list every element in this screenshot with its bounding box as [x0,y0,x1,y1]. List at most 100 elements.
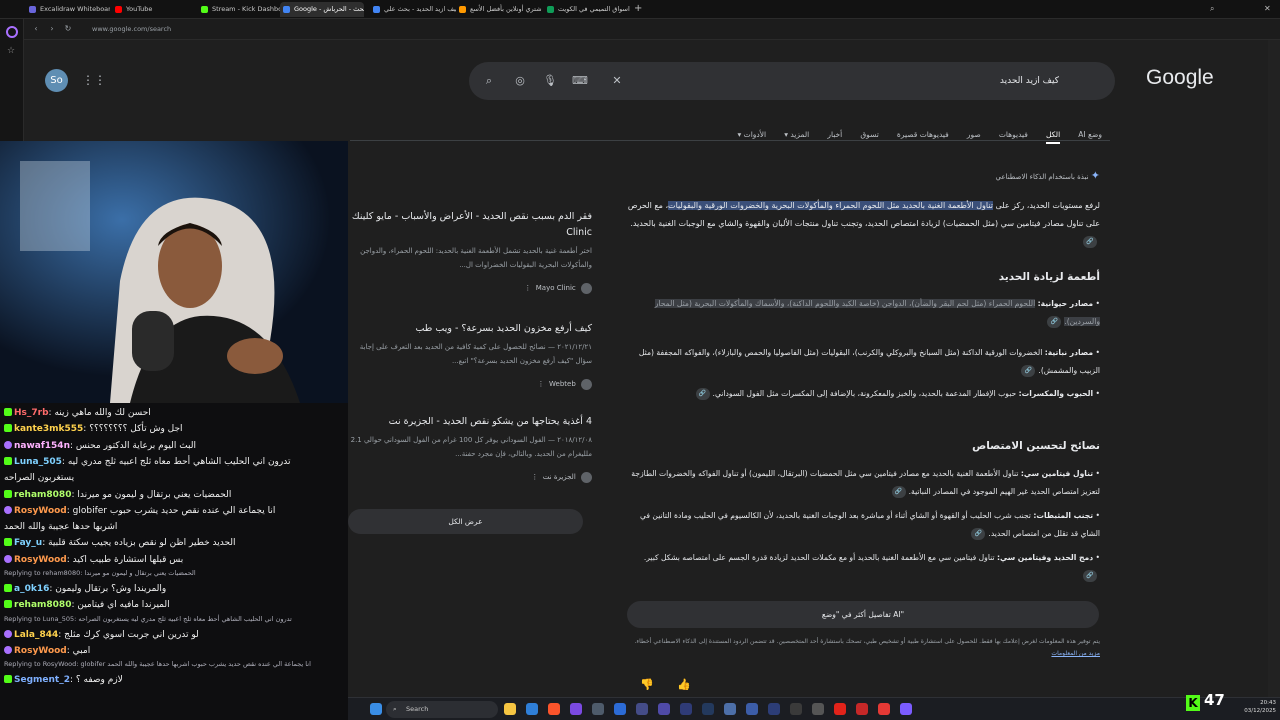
kick-logo-icon: K [1186,695,1200,711]
ai-mode-more-button[interactable]: تفاصيل أكثر في "وضع AI" [627,601,1099,628]
chat-username[interactable]: RosyWood [14,555,67,565]
opera-icon[interactable] [834,703,846,715]
chat-username[interactable]: RosyWood [14,506,67,516]
photoshop-icon[interactable] [614,703,626,715]
section-title: نصائح لتحسين الامتصاص [972,440,1100,452]
chat-username[interactable]: reham8080 [14,490,71,500]
viewer-count: K 47 [1186,689,1226,711]
chat-message: اشربها حدها عجيبة والله الحمد [4,519,346,535]
thumbs-up-icon[interactable]: 👍 [677,678,691,692]
browser-tab[interactable]: اشتري أونلاين بأفضل الأسع [456,2,542,17]
chat-username[interactable]: Fay_u [14,538,42,548]
link-icon[interactable]: 🔗 [1083,235,1097,248]
address-bar-row: ‹ › ↻ www.google.com/search [0,19,1280,40]
thumbs-down-icon[interactable]: 👎 [640,678,654,692]
search-tabs-icon[interactable]: ⌕ [1210,3,1220,15]
chat-message: kante3mk555: اجل وش تأكل ؟؟؟؟؟؟؟؟ [4,421,346,437]
more-options-icon[interactable]: ⋮ [524,284,531,292]
chat-message: Lala_844: لو تدرين اني جربت اسوي كرك مثل… [4,627,346,643]
chat-message: Luna_505: تدرون اني الحليب الشاهي أحط مع… [4,454,346,470]
vscode-icon[interactable] [526,703,538,715]
link-icon[interactable]: 🔗 [971,528,986,540]
avatar[interactable]: So [45,69,68,92]
chat-username[interactable]: Lala_844 [14,630,58,640]
badge-icon [4,505,12,514]
app-icon[interactable] [636,703,648,715]
google-logo[interactable]: Google [1146,66,1214,90]
learn-more-link[interactable]: مزيد من المعلومات [1051,650,1100,657]
app-icon[interactable] [878,703,890,715]
browser-tab[interactable]: Stream - Kick Dashboard [198,2,280,17]
chat-text: لازم وصفه ؟ [75,675,123,686]
chat-message: Fay_u: الحديد خطير اظن لو نقص بزياده يجي… [4,535,346,551]
file-explorer-icon[interactable] [504,703,516,715]
app-icon[interactable] [768,703,780,715]
close-window-icon[interactable]: ✕ [1264,3,1274,15]
windows-start-icon[interactable] [370,703,382,715]
chat-username[interactable]: Luna_505 [14,457,62,467]
chat-username[interactable]: reham8080 [14,600,71,610]
more-options-icon[interactable]: ⋮ [538,380,545,388]
app-icon[interactable] [724,703,736,715]
browser-tab[interactable]: اسواق التميمي في الكويت [544,2,632,17]
search-box[interactable]: ⌕ ◎ 🎙 ⌨ ✕ [469,62,1115,100]
browser-tab[interactable]: Excalidraw Whiteboard [26,2,110,17]
app-icon[interactable] [746,703,758,715]
vs-icon[interactable] [570,703,582,715]
chat-username[interactable]: Hs_7rb [14,408,49,418]
kick-badge-icon [4,538,12,547]
app-icon[interactable] [702,703,714,715]
chat-username[interactable]: Segment_2 [14,675,70,685]
list-item: • تناول فيتامين سي: تناول الأطعمة الغنية… [631,469,1100,498]
app-icon[interactable] [592,703,604,715]
scrollbar[interactable] [1268,40,1280,700]
discord-icon[interactable] [900,703,912,715]
brave-icon[interactable] [548,703,560,715]
star-icon[interactable]: ☆ [7,46,17,56]
source-card[interactable]: فقر الدم بسبب نقص الحديد - الأعراض والأس… [348,209,592,295]
app-icon[interactable] [658,703,670,715]
chat-text: globifer انا يجماعة الي عنده نقص حديد يش… [72,505,276,516]
forward-icon[interactable]: › [46,23,58,35]
reload-icon[interactable]: ↻ [62,23,74,35]
link-icon[interactable]: 🔗 [1021,365,1036,377]
chat-username[interactable]: a_0k16 [14,584,49,594]
site-favicon-icon [581,471,592,483]
taskbar-search[interactable]: ⌕ Search [386,701,498,718]
app-icon[interactable] [856,703,868,715]
browser-tab[interactable]: Google - بحث - الحرباش [280,2,364,17]
app-icon[interactable] [680,703,692,715]
show-all-button[interactable]: عرض الكل [348,509,583,534]
link-icon[interactable]: 🔗 [891,486,906,498]
search-input[interactable] [629,71,1059,91]
list-item: • مصادر حيوانية: اللحوم الحمراء (مثل لحم… [654,299,1100,328]
mic-icon[interactable]: 🎙 [542,73,558,89]
link-icon[interactable]: 🔗 [1047,316,1062,328]
app-icon[interactable] [812,703,824,715]
browser-tab[interactable]: كيف ازيد الحديد - بحث علي [370,2,456,17]
app-icon[interactable] [790,703,802,715]
opera-logo-icon[interactable] [6,26,18,38]
badge-icon [4,554,12,563]
lens-icon[interactable]: ◎ [512,73,528,89]
clear-icon[interactable]: ✕ [609,73,625,89]
kick-badge-icon [4,600,12,609]
apps-grid-icon[interactable]: ⋮⋮ [82,73,106,87]
search-icon[interactable]: ⌕ [481,73,497,89]
more-options-icon[interactable]: ⋮ [531,473,538,481]
link-icon[interactable]: 🔗 [695,388,710,400]
link-icon[interactable]: 🔗 [1083,570,1097,582]
source-card[interactable]: 4 أغذية يحتاجها من يشكو نقص الحديد - الج… [348,414,592,484]
ai-overview-header: ✦ نبذة باستخدام الذكاء الاصطناعي [995,169,1100,182]
chat-username[interactable]: kante3mk555 [14,424,83,434]
new-tab-icon[interactable]: + [634,3,644,15]
keyboard-icon[interactable]: ⌨ [572,73,588,89]
browser-tab[interactable]: YouTube [112,2,198,17]
tab-all[interactable]: الكل [1045,128,1061,144]
highlighted-text: تناول الأطعمة الغنية بالحديد مثل اللحوم … [668,201,993,210]
back-icon[interactable]: ‹ [30,23,42,35]
source-card[interactable]: كيف أرفع مخزون الحديد بسرعة؟ - ويب طب ٢٠… [348,321,592,391]
chat-username[interactable]: nawaf154n [14,441,70,451]
chat-username[interactable]: RosyWood [14,646,67,656]
url-field[interactable]: www.google.com/search [92,23,1112,36]
